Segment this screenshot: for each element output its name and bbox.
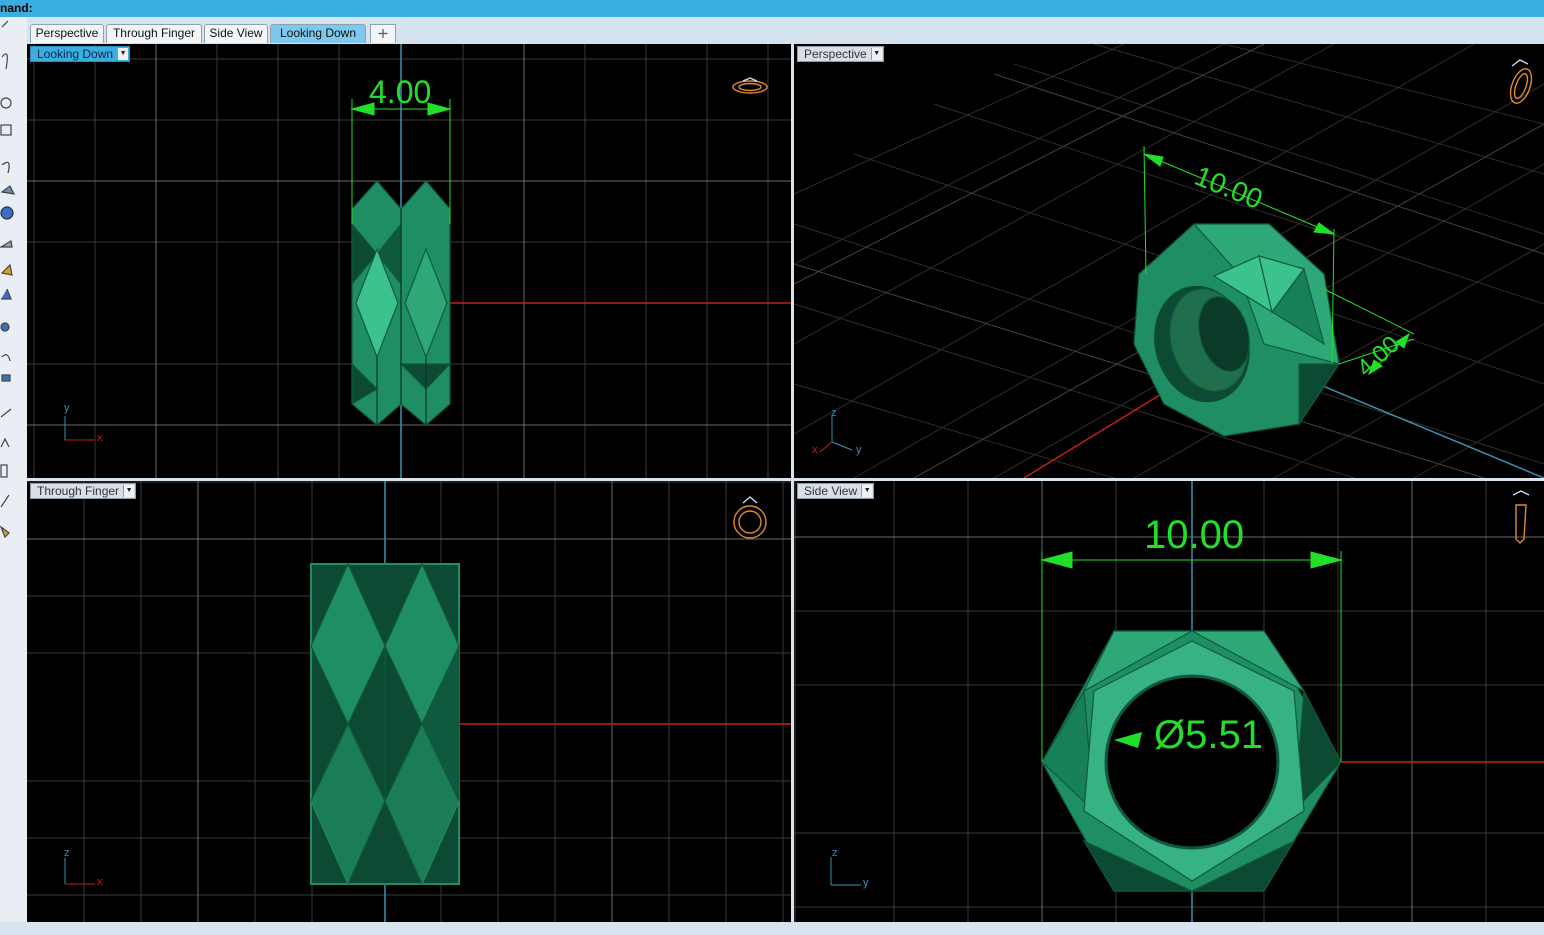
rectangle-tool-icon	[0, 124, 12, 136]
tab-through-finger[interactable]: Through Finger	[106, 24, 202, 43]
ring-orientation-icon	[1509, 59, 1533, 104]
viewport-label-text: Looking Down	[37, 47, 114, 61]
viewport-label-through-finger[interactable]: Through Finger ▼	[30, 483, 137, 499]
width-dimension-value: 4.00	[369, 74, 432, 110]
command-bar[interactable]: nand:	[0, 0, 1544, 17]
add-tab-button[interactable]	[370, 24, 396, 43]
gizmo-x-label: x	[97, 876, 103, 888]
transform-tool-icon	[1, 288, 12, 300]
solid-tool-icon	[0, 263, 13, 276]
edit-tool-icon	[1, 354, 11, 362]
axis-gizmo	[64, 858, 95, 885]
axis-gizmo	[819, 416, 853, 453]
ring-side-view	[1041, 630, 1342, 892]
dimension-tool-icon	[0, 408, 12, 418]
layer-tool-icon	[0, 464, 8, 478]
y-axis-line	[1293, 373, 1544, 478]
analyze-tool-icon	[0, 437, 10, 448]
through-finger-canvas	[27, 481, 791, 922]
toolbar-icons[interactable]	[0, 17, 27, 930]
curve-tool-icon	[1, 53, 8, 70]
viewport-looking-down[interactable]: 4.00 y x Looking Down ▼	[27, 44, 791, 478]
gizmo-x-label: x	[812, 444, 818, 456]
circle-tool-icon	[0, 97, 12, 109]
ring-orientation-icon	[1512, 490, 1530, 544]
viewport-label-perspective[interactable]: Perspective ▼	[797, 46, 884, 62]
viewport-label-text: Through Finger	[37, 484, 120, 498]
ring-perspective	[1133, 223, 1341, 437]
perspective-canvas	[794, 44, 1544, 478]
ring-orientation-icon	[733, 496, 767, 539]
diameter-dimension-value: Ø5.51	[1154, 713, 1263, 757]
gizmo-z-label: z	[64, 847, 70, 859]
gizmo-z-label: z	[832, 847, 838, 859]
render-tool-icon	[0, 525, 10, 539]
gizmo-z-label: z	[831, 407, 837, 419]
viewport-label-text: Side View	[804, 484, 858, 498]
point-tool-icon	[0, 322, 10, 332]
plus-icon	[378, 29, 388, 38]
extrude-tool-icon	[0, 240, 13, 248]
sphere-tool-icon	[0, 206, 14, 220]
ring-orientation-icon	[732, 77, 768, 94]
status-bar	[0, 922, 1544, 930]
ring-top-view	[351, 180, 452, 426]
viewport-label-text: Perspective	[804, 47, 867, 61]
axis-gizmo	[64, 416, 95, 441]
left-toolbar	[0, 17, 28, 930]
viewport-label-looking-down[interactable]: Looking Down ▼	[30, 46, 131, 62]
line-tool-icon	[1, 20, 9, 28]
viewport-perspective[interactable]: 10.00 4.00 z y x Perspective ▼	[794, 44, 1544, 478]
gizmo-y-label: y	[64, 402, 70, 414]
tab-perspective[interactable]: Perspective	[30, 24, 104, 43]
group-tool-icon	[1, 374, 11, 382]
viewport-side-view[interactable]: 10.00 Ø5.51 z y Side View ▼	[794, 481, 1544, 922]
tab-side-view[interactable]: Side View	[204, 24, 268, 43]
dropdown-arrow-icon[interactable]: ▼	[117, 48, 129, 60]
viewport-splitter-vertical[interactable]	[791, 44, 794, 922]
gizmo-y-label: y	[856, 444, 862, 456]
viewport-splitter-horizontal[interactable]	[27, 478, 1544, 481]
dropdown-arrow-icon[interactable]: ▼	[861, 485, 873, 497]
viewport-label-side-view[interactable]: Side View ▼	[797, 483, 875, 499]
viewport-tabs: Perspective Through Finger Side View Loo…	[27, 17, 1544, 45]
snap-tool-icon	[0, 494, 10, 508]
ring-front-view	[310, 562, 460, 886]
viewport-through-finger[interactable]: z x Through Finger ▼	[27, 481, 791, 922]
command-prompt: nand:	[0, 1, 33, 15]
arc-tool-icon	[1, 161, 10, 174]
width-dimension-value: 10.00	[1144, 513, 1245, 557]
tab-looking-down[interactable]: Looking Down	[270, 24, 366, 43]
axis-gizmo	[830, 857, 861, 886]
dropdown-arrow-icon[interactable]: ▼	[123, 485, 135, 497]
gizmo-y-label: y	[863, 877, 869, 889]
surface-tool-icon	[0, 185, 16, 195]
gizmo-x-label: x	[97, 432, 103, 444]
dropdown-arrow-icon[interactable]: ▼	[870, 48, 882, 60]
